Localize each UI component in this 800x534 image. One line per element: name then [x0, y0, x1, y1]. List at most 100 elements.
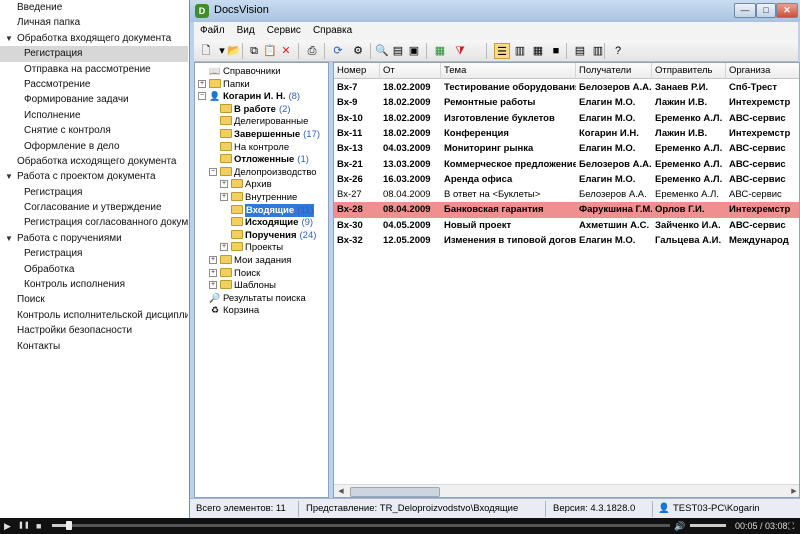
search-icon[interactable]: 🔍: [374, 43, 390, 59]
table-row[interactable]: Вх-10 18.02.2009 Изготовление буклетов Елаг…: [334, 111, 799, 126]
seek-bar[interactable]: [52, 521, 670, 530]
column-header[interactable]: Отправитель: [652, 63, 726, 79]
view-comment-icon[interactable]: ■: [548, 43, 564, 59]
paste-icon[interactable]: 📋: [262, 43, 278, 59]
nav-item[interactable]: Контроль исполнительской дисциплины: [0, 308, 188, 323]
table-cell: Елагин М.О.: [579, 173, 636, 185]
nav-item[interactable]: Регистрация согласованного документа: [0, 215, 188, 230]
title-bar[interactable]: D DocsVision — □ ✕: [190, 0, 800, 22]
toolbar-separator: [298, 43, 299, 59]
close-button[interactable]: ✕: [776, 3, 798, 18]
expand-icon[interactable]: +: [209, 256, 217, 264]
column-header[interactable]: Тема: [441, 63, 576, 79]
nav-item[interactable]: Обработка: [0, 262, 188, 277]
nav-item[interactable]: Формирование задачи: [0, 92, 188, 107]
collapse-icon[interactable]: −: [209, 167, 217, 176]
refresh-icon[interactable]: ⟳: [330, 43, 346, 59]
expand-icon[interactable]: +: [220, 180, 228, 189]
nav-item[interactable]: Отправка на рассмотрение: [0, 62, 188, 77]
folder-icon: [220, 280, 232, 290]
print-icon[interactable]: ⎙: [304, 43, 320, 59]
properties-icon[interactable]: ⚙: [350, 43, 366, 59]
nav-item[interactable]: Введение: [0, 0, 188, 15]
table-row[interactable]: Вх-9 18.02.2009 Ремонтные работы Елагин М.О…: [334, 95, 799, 110]
nav-item[interactable]: Контроль исполнения: [0, 277, 188, 292]
menu-view[interactable]: Вид: [231, 22, 261, 40]
column-header[interactable]: От: [380, 63, 441, 79]
table-row[interactable]: Вх-7 18.02.2009 Тестирование оборудования Б…: [334, 80, 799, 95]
copy-icon[interactable]: ⧉: [246, 43, 262, 59]
view-details-icon[interactable]: ▥: [512, 43, 528, 59]
nav-item[interactable]: Настройки безопасности: [0, 323, 188, 338]
minimize-button[interactable]: —: [734, 3, 756, 18]
nav-item[interactable]: Обработка исходящего документа: [0, 154, 188, 169]
table-cell: Вх-7: [337, 82, 358, 93]
scroll-left-icon[interactable]: ◀: [334, 485, 348, 497]
nav-item[interactable]: Личная папка: [0, 15, 188, 30]
nav-item[interactable]: Согласование и утверждение: [0, 200, 188, 215]
scroll-thumb[interactable]: [350, 487, 440, 497]
nav-item[interactable]: Поиск: [0, 292, 188, 307]
table-row[interactable]: Вх-28 08.04.2009 Банковская гарантия Фарукш…: [334, 202, 799, 218]
nav-item[interactable]: Контакты: [0, 339, 188, 354]
filter-icon[interactable]: ⧩: [452, 43, 468, 59]
tree-node-label: Завершенные (17): [234, 128, 320, 141]
expand-icon[interactable]: +: [220, 193, 228, 201]
expand-icon[interactable]: +: [209, 268, 217, 277]
pause-icon[interactable]: ❚❚: [18, 518, 30, 534]
expand-icon[interactable]: +: [198, 79, 206, 88]
status-bar: Всего элементов: 11 Представление: TR_De…: [190, 498, 800, 518]
open-folder-icon[interactable]: 📂: [226, 43, 242, 59]
stop-icon[interactable]: ■: [36, 518, 41, 534]
expand-icon[interactable]: +: [209, 281, 217, 290]
nav-item[interactable]: Регистрация: [0, 246, 188, 261]
nav-item[interactable]: ▼ Работа с проектом документа: [0, 169, 188, 184]
horizontal-scrollbar[interactable]: ◀ ▶: [334, 484, 799, 497]
table-row[interactable]: Вх-32 12.05.2009 Изменения в типовой догов…: [334, 233, 799, 248]
volume-icon[interactable]: 🔊: [674, 518, 685, 534]
column-header[interactable]: Получатели: [576, 63, 652, 79]
nav-item[interactable]: Исполнение: [0, 108, 188, 123]
scroll-right-icon[interactable]: ▶: [787, 485, 799, 497]
seek-handle[interactable]: [66, 521, 72, 530]
expand-icon[interactable]: +: [220, 243, 228, 252]
nav-item[interactable]: Оформление в дело: [0, 139, 188, 154]
column-header[interactable]: Номер: [334, 63, 380, 79]
table-row[interactable]: Вх-26 16.03.2009 Аренда офиса Елагин М.О. Ер…: [334, 172, 799, 187]
menu-help[interactable]: Справка: [307, 22, 358, 40]
nav-item[interactable]: ▼ Работа с поручениями: [0, 231, 188, 246]
tree-node-text: Поиск: [234, 267, 261, 279]
nav-item[interactable]: Регистрация: [0, 46, 188, 62]
nav-item-label: Регистрация: [24, 248, 83, 260]
expand-triangle-icon[interactable]: ▼: [5, 31, 13, 46]
new-document-icon[interactable]: 🗋: [198, 43, 214, 59]
collapse-icon[interactable]: −: [198, 92, 206, 101]
volume-slider[interactable]: [690, 524, 726, 527]
columns-icon[interactable]: ▤: [572, 43, 588, 59]
export-excel-icon[interactable]: ▦: [432, 43, 448, 59]
column-header[interactable]: Организа: [726, 63, 799, 79]
table-row[interactable]: Вх-27 08.04.2009 В ответ на <Буклеты> Белоз…: [334, 187, 799, 202]
nav-item[interactable]: ▼ Обработка входящего документа: [0, 31, 188, 46]
menu-file[interactable]: Файл: [194, 22, 231, 40]
play-icon[interactable]: ▶: [4, 518, 11, 534]
view-preview-icon[interactable]: ▦: [530, 43, 546, 59]
view-list-icon[interactable]: ☰: [494, 43, 510, 59]
menu-service[interactable]: Сервис: [261, 22, 307, 40]
delete-icon[interactable]: ✕: [278, 43, 294, 59]
table-row[interactable]: Вх-13 04.03.2009 Мониторинг рынка Елагин М.…: [334, 141, 799, 156]
nav-item[interactable]: Регистрация: [0, 185, 188, 200]
fullscreen-icon[interactable]: ⛶: [788, 518, 794, 534]
table-row[interactable]: Вх-11 18.02.2009 Конференция Когарин И.Н. Ла…: [334, 126, 799, 141]
help-icon[interactable]: ?: [610, 43, 626, 59]
expand-triangle-icon[interactable]: ▼: [5, 169, 13, 184]
nav-item[interactable]: Рассмотрение: [0, 77, 188, 92]
image-icon[interactable]: ▣: [406, 43, 422, 59]
preview-icon[interactable]: ▤: [390, 43, 406, 59]
expand-triangle-icon[interactable]: ▼: [5, 231, 13, 246]
nav-item[interactable]: Снятие с контроля: [0, 123, 188, 138]
table-row[interactable]: Вх-21 13.03.2009 Коммерческое предложение Б…: [334, 157, 799, 172]
maximize-button[interactable]: □: [756, 3, 776, 18]
table-row[interactable]: Вх-30 04.05.2009 Новый проект Ахметшин А.С.…: [334, 218, 799, 233]
nav-item-label: Контакты: [17, 340, 61, 352]
